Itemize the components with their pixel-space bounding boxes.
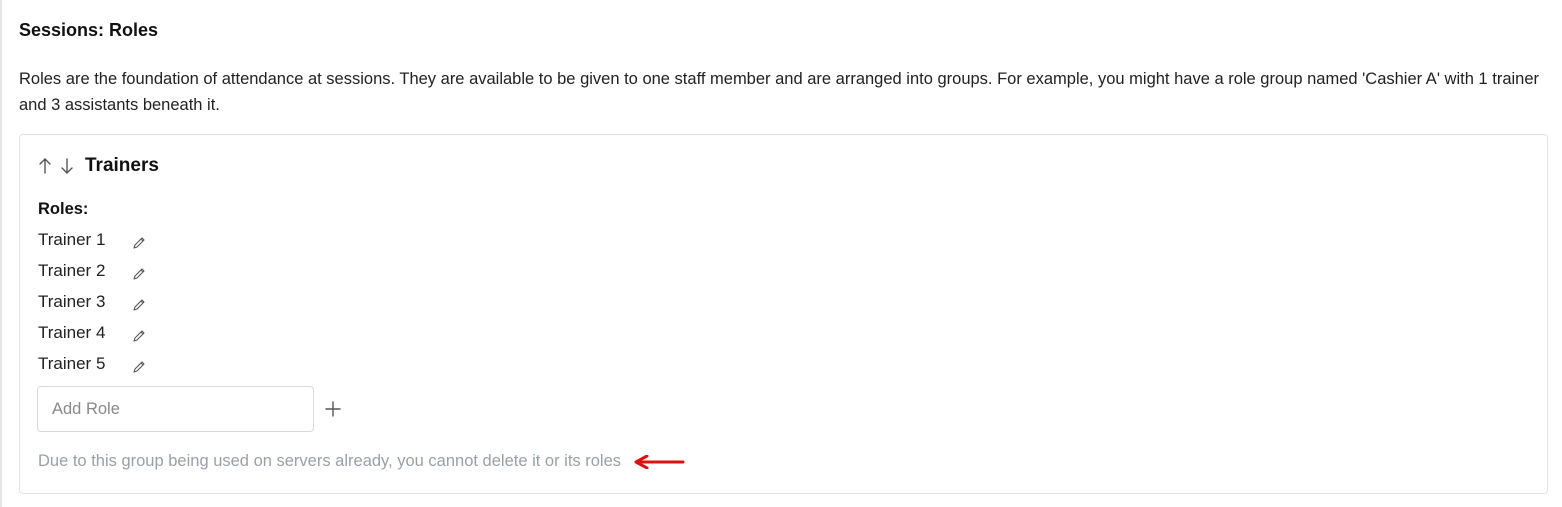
group-name: Trainers — [85, 155, 159, 176]
pencil-icon[interactable] — [132, 359, 146, 373]
move-down-arrow-icon[interactable] — [59, 157, 75, 175]
red-annotation-arrow-icon — [633, 454, 685, 469]
role-item: Trainer 1 — [38, 224, 146, 255]
plus-icon — [325, 401, 341, 417]
role-item: Trainer 5 — [38, 348, 146, 379]
role-label: Trainer 4 — [38, 322, 106, 342]
section-description: Roles are the foundation of attendance a… — [19, 70, 1540, 114]
role-item: Trainer 4 — [38, 317, 146, 348]
note-row: Due to this group being used on servers … — [38, 452, 685, 471]
role-label: Trainer 5 — [38, 353, 106, 373]
add-role-button[interactable] — [319, 395, 347, 423]
role-label: Trainer 1 — [38, 229, 106, 249]
role-label: Trainer 2 — [38, 260, 106, 280]
pencil-icon[interactable] — [132, 297, 146, 311]
section-title: Sessions: Roles — [19, 20, 159, 40]
role-label: Trainer 3 — [38, 291, 106, 311]
role-group-card: Trainers Roles: Trainer 1 Trainer 2 Trai… — [19, 134, 1548, 494]
add-role-input[interactable] — [37, 386, 314, 432]
add-role-row — [37, 386, 347, 432]
move-up-arrow-icon[interactable] — [37, 157, 53, 175]
pencil-icon[interactable] — [132, 328, 146, 342]
pencil-icon[interactable] — [132, 235, 146, 249]
page-left-border — [0, 0, 2, 507]
role-item: Trainer 3 — [38, 286, 146, 317]
role-item: Trainer 2 — [38, 255, 146, 286]
cannot-delete-note: Due to this group being used on servers … — [38, 452, 622, 470]
roles-label: Roles: — [38, 200, 89, 218]
group-header: Trainers — [37, 155, 159, 177]
pencil-icon[interactable] — [132, 266, 146, 280]
roles-list: Trainer 1 Trainer 2 Trainer 3 Trainer 4 … — [38, 224, 146, 379]
